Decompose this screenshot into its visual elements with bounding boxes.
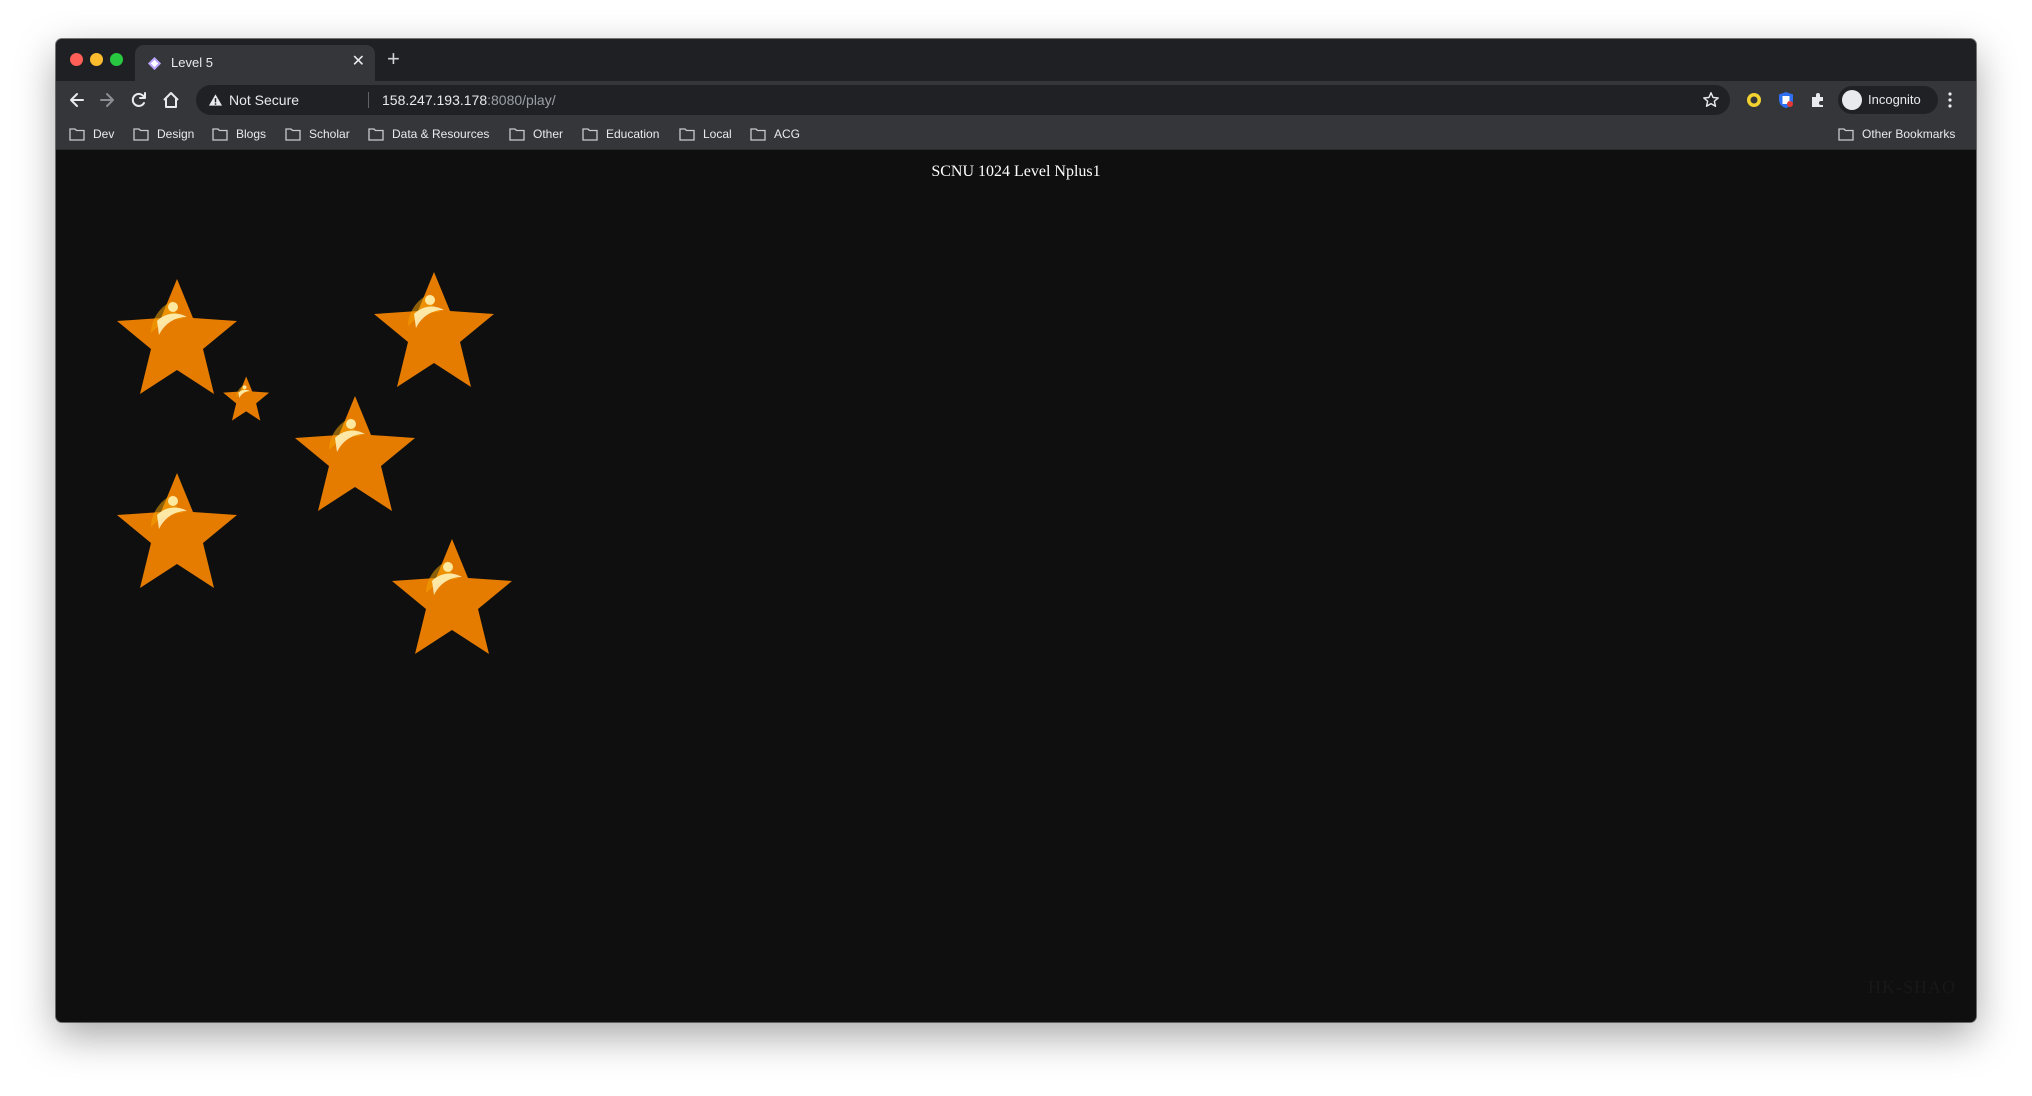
puzzle-favicon-icon <box>147 56 162 71</box>
extension-ring-icon[interactable] <box>1744 90 1764 110</box>
back-arrow-icon[interactable] <box>67 90 87 110</box>
folder-icon <box>212 128 228 141</box>
bookmark-folder-education[interactable]: Education <box>582 126 659 142</box>
bookmark-folder-data-resources[interactable]: Data & Resources <box>368 126 489 142</box>
page-content: SCNU 1024 Level Nplus1 HK-SHAO <box>56 150 1976 1022</box>
minimize-window-button[interactable] <box>90 53 103 66</box>
folder-icon <box>509 128 525 141</box>
folder-icon <box>679 128 695 141</box>
address-divider <box>368 92 369 108</box>
game-star-small[interactable] <box>220 375 270 421</box>
bookmark-label: Design <box>157 127 195 141</box>
browser-toolbar: Not Secure 158.247.193.178:8080/play/ In… <box>56 81 1976 119</box>
bookmark-folder-scholar[interactable]: Scholar <box>285 126 350 142</box>
extensions-puzzle-icon[interactable] <box>1808 90 1828 110</box>
bookmark-label: Scholar <box>309 127 350 141</box>
url-text[interactable]: 158.247.193.178:8080/play/ <box>382 92 556 108</box>
folder-icon <box>368 128 384 141</box>
folder-icon <box>582 128 598 141</box>
folder-icon <box>285 128 301 141</box>
bookmark-label: Local <box>703 127 732 141</box>
bookmark-folder-design[interactable]: Design <box>133 126 194 142</box>
tab-strip: Level 5 ✕ + <box>56 39 1976 81</box>
bookmark-label: Dev <box>93 127 115 141</box>
bookmark-label: Other <box>533 127 564 141</box>
home-icon[interactable] <box>161 90 181 110</box>
close-tab-icon[interactable]: ✕ <box>352 53 365 71</box>
folder-icon <box>750 128 766 141</box>
incognito-avatar-icon <box>1842 90 1862 110</box>
browser-window: Level 5 ✕ + Not Secure 158.247.193.178:8… <box>56 39 1976 1022</box>
tab-title: Level 5 <box>171 55 213 70</box>
bookmarks-bar: Dev Design Blogs Scholar Data & Resource… <box>56 119 1976 150</box>
incognito-profile-button[interactable]: Incognito <box>1838 86 1938 114</box>
security-label[interactable]: Not Secure <box>229 92 299 108</box>
watermark: HK-SHAO <box>1868 977 1956 997</box>
url-host: 158.247.193.178 <box>382 92 488 108</box>
maximize-window-button[interactable] <box>110 53 123 66</box>
bookmark-folder-other-bookmarks[interactable]: Other Bookmarks <box>1838 126 1955 142</box>
new-tab-button[interactable]: + <box>387 47 400 71</box>
bookmark-folder-acg[interactable]: ACG <box>750 126 800 142</box>
game-star-4[interactable] <box>109 468 239 590</box>
bookmark-folder-blogs[interactable]: Blogs <box>212 126 266 142</box>
folder-icon <box>133 128 149 141</box>
game-star-2[interactable] <box>366 267 496 389</box>
game-star-3[interactable] <box>287 391 417 513</box>
game-star-5[interactable] <box>384 534 514 656</box>
more-menu-icon[interactable] <box>1948 92 1952 108</box>
bookmark-label: Blogs <box>236 127 267 141</box>
bookmark-label: ACG <box>774 127 801 141</box>
reload-icon[interactable] <box>129 90 149 110</box>
bookmark-label: Other Bookmarks <box>1862 127 1956 141</box>
bookmark-folder-local[interactable]: Local <box>679 126 732 142</box>
url-path: :8080/play/ <box>487 92 556 108</box>
warning-triangle-icon <box>208 94 223 106</box>
bookmark-star-icon[interactable] <box>1702 91 1720 109</box>
extension-shield-icon[interactable] <box>1776 90 1796 110</box>
folder-icon <box>69 128 85 141</box>
forward-arrow-icon[interactable] <box>97 90 117 110</box>
page-title: SCNU 1024 Level Nplus1 <box>931 163 1101 180</box>
bookmark-folder-other[interactable]: Other <box>509 126 563 142</box>
bookmark-label: Education <box>606 127 660 141</box>
close-window-button[interactable] <box>70 53 83 66</box>
bookmark-folder-dev[interactable]: Dev <box>69 126 114 142</box>
incognito-label: Incognito <box>1868 92 1921 107</box>
bookmark-label: Data & Resources <box>392 127 490 141</box>
tab-level-5[interactable]: Level 5 ✕ <box>135 45 375 81</box>
folder-icon <box>1838 128 1854 141</box>
address-bar[interactable]: Not Secure 158.247.193.178:8080/play/ <box>196 85 1730 115</box>
